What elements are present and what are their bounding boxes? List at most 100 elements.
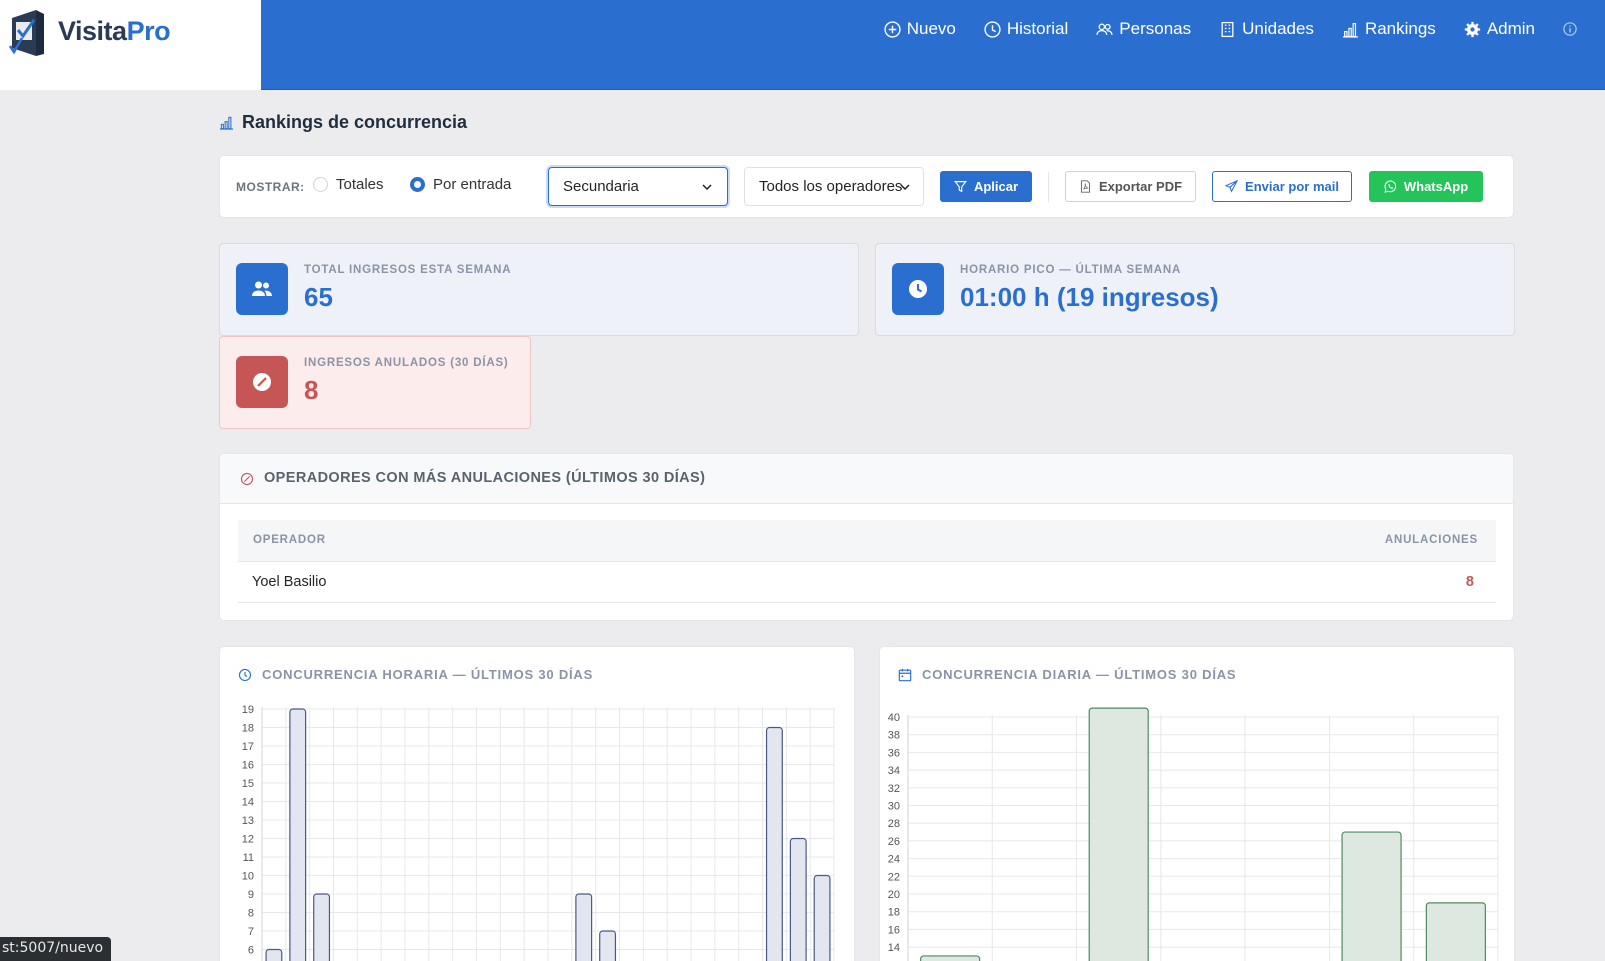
operador-select-value: Todos los operadores [759,178,903,195]
chart-bar[interactable] [575,893,593,961]
info-icon[interactable] [1563,22,1577,36]
row-anulaciones: 8 [1465,574,1474,590]
diaria-bar-chart: 14 16 18 20 22 24 26 28 30 32 34 36 38 40 [888,707,1499,961]
y-tick-label: 22 [888,871,900,883]
entrada-select[interactable]: Secundaria [548,167,728,206]
y-tick-label: 36 [888,747,900,759]
nav-rankings-label: Rankings [1364,19,1436,38]
y-tick-label: 8 [248,908,254,920]
nav-admin[interactable]: Admin [1464,19,1535,39]
nav-unidades-label: Unidades [1242,19,1314,38]
chart-bar[interactable] [1088,707,1149,961]
total-ingresos-value: 65 [304,282,333,312]
y-tick-label: 16 [242,760,254,772]
ban-icon [253,373,271,391]
y-tick-label: 10 [242,871,254,883]
page-title-text: Rankings de concurrencia [242,112,468,132]
chevron-down-icon [900,183,910,190]
total-ingresos-label: TOTAL INGRESOS ESTA SEMANA [304,264,512,276]
y-tick-label: 40 [888,712,900,724]
chart-bar[interactable] [789,837,807,961]
nav-rankings[interactable]: Rankings [1342,19,1436,39]
horario-pico-value: 01:00 h (19 ingresos) [960,282,1219,312]
y-tick-label: 30 [888,801,900,813]
y-tick-label: 38 [888,730,900,742]
chart-bar[interactable] [920,955,981,961]
people-badge [236,263,288,315]
y-tick-label: 13 [242,815,254,827]
aplicar-button[interactable]: Aplicar [940,171,1032,202]
y-tick-label: 20 [888,889,900,901]
brand-name: VisitaPro [58,16,171,46]
chart-bar[interactable] [813,874,831,961]
radio-totales[interactable]: Totales [313,176,384,193]
y-tick-label: 15 [242,778,254,790]
whatsapp-label: WhatsApp [1403,179,1469,194]
clock-badge [892,263,944,315]
y-tick-label: 18 [242,723,254,735]
radio-por-entrada[interactable]: Por entrada [410,176,511,193]
top-navbar: VisitaPro Nuevo Historial Personas Unida… [0,0,1605,90]
anulaciones-card: OPERADORES CON MÁS ANULACIONES (ÚLTIMOS … [219,453,1514,621]
aplicar-label: Aplicar [973,179,1019,194]
gear-icon [1464,21,1480,37]
y-tick-label: 34 [888,765,900,777]
radio-por-entrada-dot[interactable] [410,177,425,192]
bar-chart-icon [219,116,234,130]
y-tick-label: 14 [242,797,254,809]
chart-bar[interactable] [1341,831,1402,961]
y-tick-label: 14 [888,942,900,954]
page-title: Rankings de concurrencia [219,112,467,133]
enviar-mail-button[interactable]: Enviar por mail [1212,171,1352,202]
chart-bar[interactable] [313,893,331,961]
y-tick-label: 28 [888,818,900,830]
chart-bar[interactable] [765,726,783,961]
chevron-down-icon [702,183,712,190]
send-icon [1225,180,1239,193]
ingresos-anulados-card: INGRESOS ANULADOS (30 DÍAS) 8 [219,336,531,429]
clock-icon [909,280,927,298]
nav-unidades[interactable]: Unidades [1219,19,1314,39]
nav-personas[interactable]: Personas [1096,19,1191,39]
whatsapp-button[interactable]: WhatsApp [1369,171,1483,202]
nav-historial-label: Historial [1006,19,1069,38]
operador-select[interactable]: Todos los operadores [744,167,924,206]
y-tick-label: 16 [888,924,900,936]
building-icon [1221,21,1234,37]
table-header-row: OPERADOR ANULACIONES [238,520,1496,562]
exportar-pdf-label: Exportar PDF [1098,179,1183,194]
row-operador: Yoel Basilio [252,574,327,590]
y-tick-label: 19 [242,704,254,716]
y-tick-label: 6 [248,945,254,957]
horaria-bar-chart: 6 7 8 9 10 11 12 13 14 15 16 17 18 19 [242,704,835,961]
radio-totales-dot[interactable] [313,177,328,192]
entrada-select-value: Secundaria [563,178,639,195]
chart-bar[interactable] [599,930,617,961]
enviar-mail-label: Enviar por mail [1245,179,1339,194]
mostrar-label: MOSTRAR: [236,180,305,194]
nav-historial[interactable]: Historial [984,19,1068,39]
chart-bar[interactable] [1425,902,1486,961]
chart-bar[interactable] [265,948,283,961]
radio-por-entrada-label: Por entrada [433,176,512,193]
nav-admin-label: Admin [1486,19,1535,38]
y-tick-label: 32 [888,783,900,795]
chart-bar[interactable] [289,708,307,961]
nav-nuevo[interactable]: Nuevo [884,19,956,39]
pdf-file-icon [1080,180,1091,193]
horario-pico-label: HORARIO PICO — ÚLTIMA SEMANA [960,264,1182,276]
y-tick-label: 11 [243,852,254,864]
radio-totales-label: Totales [336,176,384,193]
people-icon [252,281,272,296]
concurrencia-horaria-card: CONCURRENCIA HORARIA — ÚLTIMOS 30 DÍAS 6… [219,646,855,961]
y-tick-label: 7 [248,926,254,938]
people-icon [1096,23,1113,35]
toolbar-divider [1048,172,1049,202]
exportar-pdf-button[interactable]: Exportar PDF [1065,171,1196,202]
concurrencia-diaria-card: CONCURRENCIA DIARIA — ÚLTIMOS 30 DÍAS 14… [879,646,1515,961]
y-tick-label: 18 [888,907,900,919]
brand-logo[interactable]: VisitaPro [0,0,261,90]
bar-chart-icon [1343,22,1358,38]
y-tick-label: 24 [888,854,900,866]
col-anulaciones: ANULACIONES [1384,534,1478,546]
